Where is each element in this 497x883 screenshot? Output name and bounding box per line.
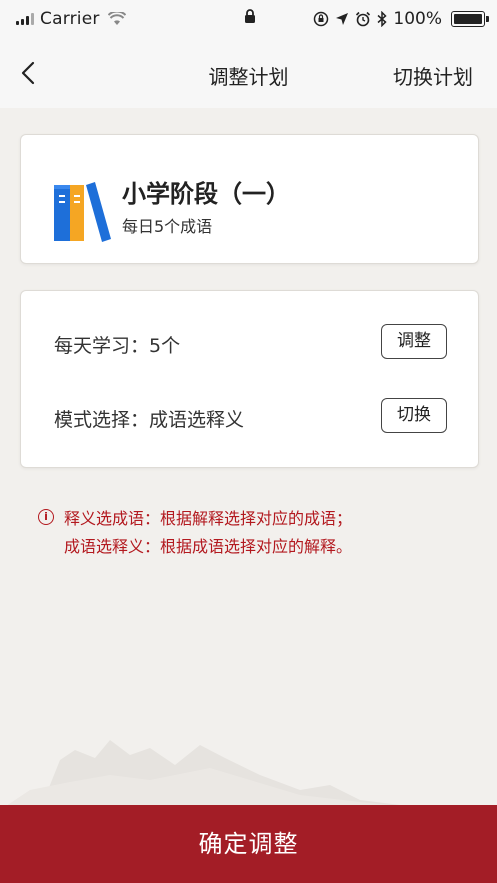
wifi-icon [107, 12, 126, 25]
bluetooth-icon [377, 11, 387, 27]
lock-icon [245, 9, 255, 23]
switch-mode-button[interactable]: 切换 [381, 398, 447, 433]
info-icon: i [38, 509, 54, 525]
plan-title: 小学阶段（一） [122, 180, 290, 208]
alarm-icon [356, 11, 371, 27]
daily-study-label: 每天学习：5个 [54, 335, 181, 357]
carrier-label: Carrier [40, 9, 100, 29]
signal-icon [16, 13, 34, 25]
switch-plan-button[interactable]: 切换计划 [393, 61, 473, 90]
mountain-decoration [0, 740, 497, 810]
confirm-adjust-button[interactable]: 确定调整 [0, 805, 497, 883]
mode-label: 模式选择：成语选释义 [54, 409, 245, 431]
location-icon [336, 13, 349, 25]
settings-card: 每天学习：5个 调整 模式选择：成语选释义 切换 [20, 290, 479, 468]
nav-bar: 调整计划 切换计划 [0, 38, 497, 108]
plan-card: 小学阶段（一） 每日5个成语 [20, 134, 479, 264]
books-icon [54, 182, 111, 242]
orientation-lock-icon [314, 11, 329, 27]
status-bar: Carrier 100% [0, 0, 497, 38]
plan-subtitle: 每日5个成语 [122, 217, 213, 236]
battery-percent: 100% [393, 9, 442, 29]
info-line-1: 释义选成语：根据解释选择对应的成语； [64, 509, 353, 528]
info-line-2: 成语选释义：根据成语选择对应的解释。 [64, 537, 353, 556]
battery-icon [451, 11, 489, 27]
adjust-button[interactable]: 调整 [381, 324, 447, 359]
